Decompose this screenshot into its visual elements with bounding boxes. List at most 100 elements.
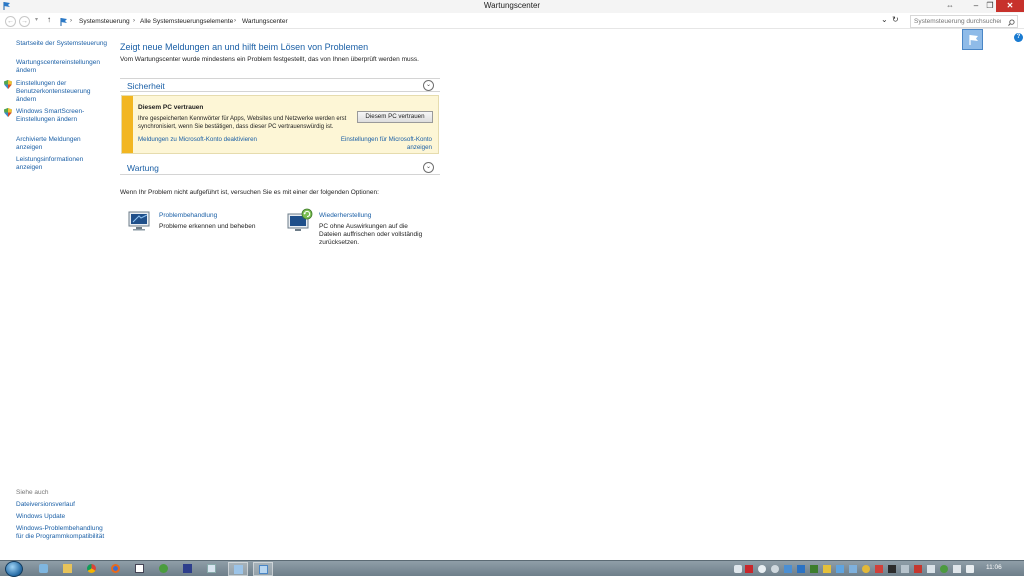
troubleshooting-desc: Probleme erkennen und beheben <box>159 223 256 230</box>
maintenance-section-label: Wartung <box>127 163 159 173</box>
trust-pc-button[interactable]: Diesem PC vertrauen <box>357 111 433 123</box>
link-smartscreen-settings[interactable]: Windows SmartScreen-Einstellungen ändern <box>16 108 108 124</box>
breadcrumb-wartungscenter[interactable]: Wartungscenter <box>242 18 288 25</box>
title-bar: Wartungscenter ⇔ – ❐ ✕ <box>0 0 1024 13</box>
up-button[interactable]: ↑ <box>47 15 51 24</box>
breadcrumb-separator: › <box>133 18 135 24</box>
see-also-heading: Siehe auch <box>16 489 49 496</box>
link-action-center-settings[interactable]: Wartungscentereinstellungen ändern <box>16 59 108 75</box>
tray-sync-icon[interactable] <box>849 565 857 573</box>
taskbar-firefox[interactable] <box>106 562 126 576</box>
window-icon <box>234 565 243 574</box>
taskbar: 11:06 <box>0 560 1024 577</box>
start-button[interactable] <box>5 561 23 577</box>
tray-volume-icon[interactable] <box>966 565 974 573</box>
link-compat-troubleshooter[interactable]: Windows-Problembehandlung für die Progra… <box>16 525 108 541</box>
trust-pc-alert: Diesem PC vertrauen Ihre gespeicherten K… <box>121 95 439 154</box>
expand-maintenance-chevron-icon[interactable]: ⌄ <box>423 162 434 173</box>
breadcrumb-separator: › <box>234 18 236 24</box>
collapse-security-chevron-icon[interactable]: ⌄ <box>423 80 434 91</box>
taskbar-app-9[interactable] <box>228 562 248 576</box>
recovery-icon[interactable] <box>286 208 314 234</box>
save-icon <box>183 564 192 573</box>
tray-red-icon[interactable] <box>745 565 753 573</box>
search-input[interactable] <box>911 16 1001 27</box>
resize-icon[interactable]: ⇔ <box>943 0 957 12</box>
link-uac-settings[interactable]: Einstellungen der Benutzerkontensteuerun… <box>16 80 108 104</box>
alert-title: Diesem PC vertrauen <box>138 104 204 111</box>
maintenance-section-header[interactable]: Wartung ⌄ <box>120 161 440 175</box>
uac-shield-icon <box>4 80 12 89</box>
recent-pages-dropdown-icon[interactable]: ▾ <box>35 16 38 23</box>
alert-text: Ihre gespeicherten Kennwörter für Apps, … <box>138 116 347 130</box>
firefox-icon <box>111 564 120 573</box>
link-windows-update[interactable]: Windows Update <box>16 513 108 521</box>
breadcrumb-alle-elemente[interactable]: Alle Systemsteuerungselemente <box>140 18 233 25</box>
tray-power-icon[interactable] <box>953 565 961 573</box>
breadcrumb-separator: › <box>70 18 72 24</box>
link-file-history[interactable]: Dateiversionsverlauf <box>16 501 108 509</box>
tray-tools-icon[interactable] <box>901 565 909 573</box>
troubleshoot-icon[interactable] <box>127 210 153 232</box>
tray-dropbox-icon[interactable] <box>797 565 805 573</box>
refresh-button[interactable]: ↻ <box>892 15 899 24</box>
taskbar-clock[interactable]: 11:06 <box>986 564 1002 571</box>
search-box[interactable] <box>910 15 1018 28</box>
tray-blue-icon[interactable] <box>784 565 792 573</box>
tray-cloud-icon[interactable] <box>734 565 742 573</box>
taskbar-app-8[interactable] <box>202 562 222 576</box>
taskbar-control-panel[interactable] <box>253 562 273 576</box>
taskbar-explorer[interactable] <box>58 562 78 576</box>
tray-flag-icon[interactable] <box>914 565 922 573</box>
taskbar-app-7[interactable] <box>178 562 198 576</box>
tray-network-icon[interactable] <box>836 565 844 573</box>
troubleshooting-link[interactable]: Problembehandlung <box>159 212 217 219</box>
breadcrumb-systemsteuerung[interactable]: Systemsteuerung <box>79 18 130 25</box>
maximize-button[interactable]: ❐ <box>983 0 997 12</box>
notepad-icon <box>207 564 216 573</box>
taskbar-app-1[interactable] <box>34 562 54 576</box>
taskbar-chrome[interactable] <box>82 562 102 576</box>
security-section-label: Sicherheit <box>127 81 165 91</box>
control-panel-flag-icon <box>60 18 67 26</box>
recovery-link[interactable]: Wiederherstellung <box>319 212 371 219</box>
address-history-chevron-icon[interactable]: ⌄ <box>881 15 888 24</box>
action-center-tile-icon <box>962 29 983 50</box>
folder-icon <box>63 564 72 573</box>
tray-device-icon[interactable] <box>927 565 935 573</box>
tray-bulb-icon[interactable] <box>862 565 870 573</box>
maintenance-hint: Wenn Ihr Problem nicht aufgeführt ist, v… <box>120 189 379 196</box>
address-bar: ← → ▾ ↑ › Systemsteuerung › Alle Systems… <box>0 14 1024 29</box>
link-control-panel-home[interactable]: Startseite der Systemsteuerung <box>16 40 108 48</box>
account-settings-link[interactable]: Einstellungen für Microsoft-Konto anzeig… <box>322 136 432 152</box>
link-archived-messages[interactable]: Archivierte Meldungen anzeigen <box>16 136 108 152</box>
taskbar-app-5[interactable] <box>130 562 150 576</box>
tray-alert-icon[interactable] <box>875 565 883 573</box>
close-button[interactable]: ✕ <box>996 0 1024 12</box>
smartscreen-shield-icon <box>4 108 12 117</box>
chrome-icon <box>87 564 96 573</box>
address-field[interactable]: › Systemsteuerung › Alle Systemsteuerung… <box>57 15 889 28</box>
forward-button[interactable]: → <box>19 16 30 27</box>
window-title: Wartungscenter <box>483 1 541 10</box>
help-icon[interactable]: ? <box>1014 33 1023 42</box>
tray-chat-icon[interactable] <box>758 565 766 573</box>
security-section-header[interactable]: Sicherheit ⌄ <box>120 78 440 92</box>
green-app-icon <box>159 564 168 573</box>
search-icon[interactable] <box>1008 19 1015 26</box>
tray-green-icon[interactable] <box>810 565 818 573</box>
disable-account-messages-link[interactable]: Meldungen zu Microsoft-Konto deaktiviere… <box>138 136 257 143</box>
control-panel-icon <box>259 565 268 574</box>
left-pane: Startseite der Systemsteuerung Wartungsc… <box>0 30 112 558</box>
taskbar-app-6[interactable] <box>154 562 174 576</box>
page-title: Zeigt neue Meldungen an und hilft beim L… <box>120 42 369 52</box>
app-icon <box>39 564 48 573</box>
tray-circle-icon[interactable] <box>771 565 779 573</box>
warning-stripe <box>122 96 133 153</box>
back-button[interactable]: ← <box>5 16 16 27</box>
tray-dark-icon[interactable] <box>888 565 896 573</box>
tray-yellow-icon[interactable] <box>823 565 831 573</box>
minimize-button[interactable]: – <box>969 0 983 12</box>
link-performance-info[interactable]: Leistungsinformationen anzeigen <box>16 156 108 172</box>
tray-security-icon[interactable] <box>940 565 948 573</box>
